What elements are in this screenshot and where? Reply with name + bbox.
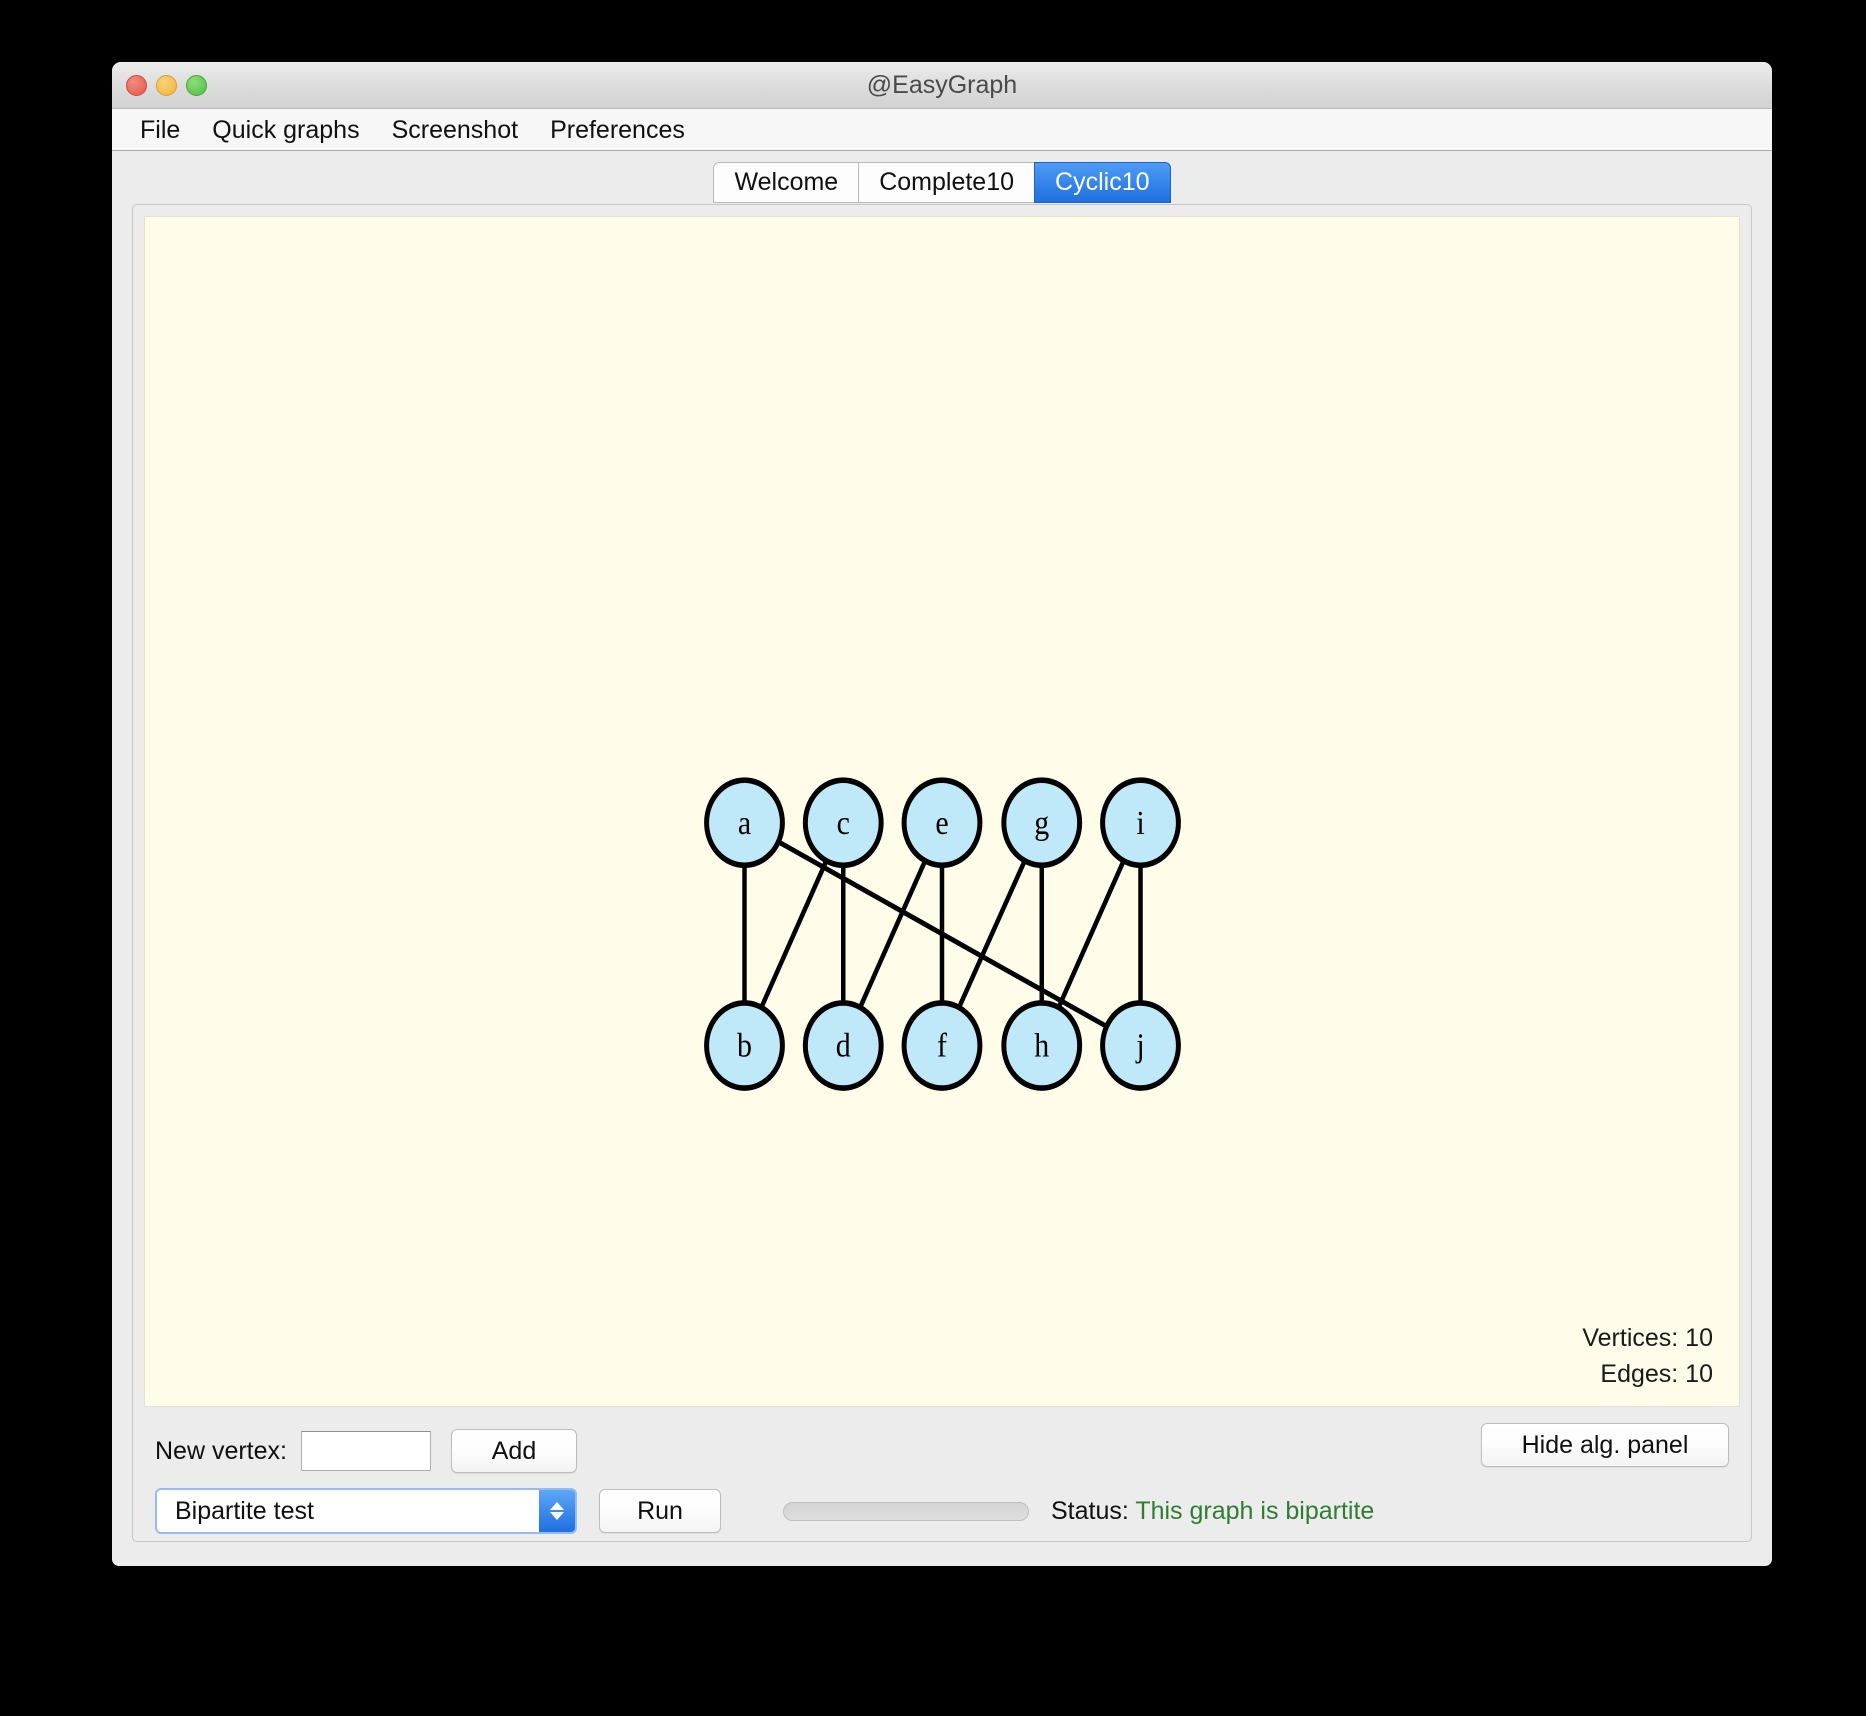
graph-node[interactable]: d	[802, 1000, 884, 1091]
menu-item-preferences[interactable]: Preferences	[534, 110, 701, 150]
tab-strip: Welcome Complete10 Cyclic10	[112, 151, 1772, 203]
vertices-count: Vertices: 10	[1582, 1324, 1713, 1352]
graph-node[interactable]: g	[1001, 777, 1083, 869]
tab-complete10[interactable]: Complete10	[858, 162, 1035, 203]
tab-panel: a c e g i b d f h j Vertices: 10 Edges: 10 New ve…	[132, 204, 1752, 1542]
graph-node-label: h	[1034, 1027, 1049, 1064]
graph-node[interactable]: j	[1100, 1000, 1181, 1091]
chevron-up-icon	[550, 1502, 564, 1510]
menu-item-quick-graphs[interactable]: Quick graphs	[196, 110, 375, 150]
add-vertex-button[interactable]: Add	[450, 1429, 577, 1473]
graph-node[interactable]: b	[704, 1000, 785, 1091]
graph-node-label: d	[836, 1027, 851, 1064]
tab-list: Welcome Complete10 Cyclic10	[713, 162, 1171, 203]
new-vertex-input[interactable]	[300, 1431, 431, 1471]
window-title: @EasyGraph	[866, 71, 1018, 99]
chevron-down-icon	[550, 1512, 564, 1520]
status-label: Status:	[1051, 1496, 1129, 1525]
menu-item-screenshot[interactable]: Screenshot	[376, 110, 534, 150]
new-vertex-label: New vertex:	[155, 1436, 287, 1465]
edges-count: Edges: 10	[1600, 1359, 1713, 1388]
graph-drawing: a c e g i b d f h j	[704, 777, 1181, 1091]
graph-canvas[interactable]: a c e g i b d f h j Vertices: 10 Edges: 10	[144, 216, 1740, 1407]
graph-node[interactable]: h	[1001, 1000, 1083, 1091]
tab-welcome[interactable]: Welcome	[713, 162, 859, 203]
graph-node-label: e	[935, 804, 948, 841]
graph-node-label: b	[737, 1027, 752, 1064]
menu-item-file[interactable]: File	[124, 110, 196, 150]
graph-node[interactable]: f	[901, 1000, 983, 1091]
progress-bar	[783, 1501, 1029, 1521]
graph-node[interactable]: e	[901, 777, 983, 869]
application-window: @EasyGraph File Quick graphs Screenshot …	[112, 62, 1772, 1566]
graph-node[interactable]: i	[1100, 777, 1181, 869]
graph-node-label: f	[937, 1027, 947, 1064]
algorithm-row: Bipartite test Run Status: This graph is…	[155, 1483, 1729, 1539]
graph-node[interactable]: a	[704, 777, 785, 869]
graph-node-label: a	[738, 804, 751, 841]
status-area: Status: This graph is bipartite	[1051, 1497, 1374, 1526]
title-bar: @EasyGraph	[112, 62, 1772, 109]
algorithm-select[interactable]: Bipartite test	[155, 1488, 577, 1534]
graph-node-label: j	[1135, 1027, 1144, 1064]
graph-node-label: g	[1034, 804, 1049, 841]
graph-node-label: c	[837, 804, 850, 841]
control-panel: New vertex: Add Bipartite test Run Statu…	[133, 1407, 1751, 1541]
algorithm-selected-label: Bipartite test	[175, 1496, 314, 1525]
graph-node[interactable]: c	[802, 777, 884, 869]
graph-node-label: i	[1136, 804, 1144, 841]
graph-counters: Vertices: 10 Edges: 10	[1582, 1321, 1713, 1392]
status-value: This graph is bipartite	[1135, 1496, 1375, 1525]
hide-alg-panel-button[interactable]: Hide alg. panel	[1481, 1423, 1729, 1467]
menu-bar: File Quick graphs Screenshot Preferences	[112, 109, 1772, 151]
run-button[interactable]: Run	[599, 1489, 721, 1533]
chevron-updown-icon[interactable]	[539, 1490, 575, 1532]
tab-cyclic10[interactable]: Cyclic10	[1034, 162, 1171, 203]
